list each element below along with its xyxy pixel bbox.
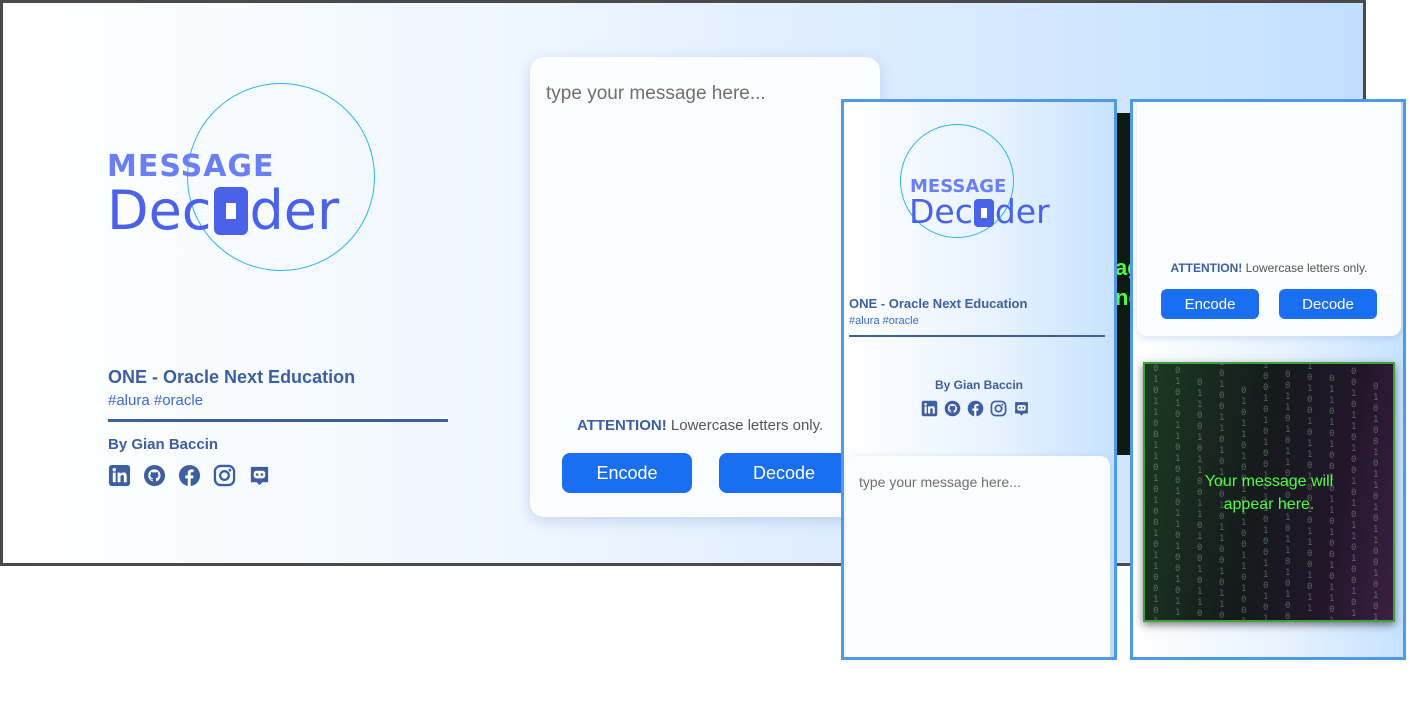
output-panel: 0101100110101001011001010 10010101101001… <box>1143 362 1395 622</box>
divider <box>849 335 1105 337</box>
app-logo-mobile: MESSAGE Dec der <box>900 124 1058 244</box>
message-panel: ATTENTION! Lowercase letters only. Encod… <box>1137 102 1401 336</box>
instagram-icon[interactable] <box>213 464 236 487</box>
attention-note: ATTENTION! Lowercase letters only. <box>577 417 823 434</box>
logo-bottom-left: Dec <box>107 179 212 242</box>
decode-button[interactable]: Decode <box>719 453 849 493</box>
github-icon[interactable] <box>944 400 961 417</box>
message-input[interactable]: type your message here... <box>546 83 766 105</box>
encode-button[interactable]: Encode <box>562 453 692 493</box>
facebook-icon[interactable] <box>967 400 984 417</box>
logo-bottom-left: Dec <box>909 192 973 231</box>
message-panel: type your message here... ATTENTION! Low… <box>530 57 880 517</box>
attention-note: ATTENTION! Lowercase letters only. <box>1137 261 1401 275</box>
output-message: Your message will appear here. <box>1145 470 1393 516</box>
lock-icon <box>213 187 248 235</box>
instagram-icon[interactable] <box>990 400 1007 417</box>
output-line-2: appear here. <box>1223 496 1315 513</box>
author-label: By Gian Baccin <box>934 378 1024 392</box>
attention-text: Lowercase letters only. <box>666 417 824 434</box>
org-title: ONE - Oracle Next Education <box>108 367 356 387</box>
org-tags: #alura #oracle <box>108 392 204 409</box>
social-links <box>108 464 271 487</box>
attention-strong: ATTENTION! <box>577 417 667 434</box>
facebook-icon[interactable] <box>178 464 201 487</box>
decode-button[interactable]: Decode <box>1279 289 1377 319</box>
discord-icon[interactable] <box>248 464 271 487</box>
logo-bottom-right: der <box>994 192 1050 231</box>
divider <box>108 419 448 422</box>
encode-button[interactable]: Encode <box>1161 289 1259 319</box>
message-input[interactable]: type your message here... <box>859 474 1021 490</box>
mobile-preview-bottom: ATTENTION! Lowercase letters only. Encod… <box>1130 99 1406 660</box>
output-line-1: Your message will <box>1204 473 1334 490</box>
org-tags: #alura #oracle <box>849 315 919 327</box>
github-icon[interactable] <box>143 464 166 487</box>
logo-bottom-right: der <box>249 179 340 242</box>
logo-bottom-text: Dec der <box>909 192 1050 231</box>
social-links <box>921 400 1030 417</box>
attention-strong: ATTENTION! <box>1170 261 1243 275</box>
message-panel: type your message here... <box>846 456 1110 657</box>
org-title: ONE - Oracle Next Education <box>849 296 1028 311</box>
author-label: By Gian Baccin <box>108 436 219 453</box>
app-logo: MESSAGE Dec der <box>107 83 387 283</box>
logo-bottom-text: Dec der <box>107 179 339 242</box>
discord-icon[interactable] <box>1013 400 1030 417</box>
linkedin-icon[interactable] <box>108 464 131 487</box>
mobile-preview-top: MESSAGE Dec der ONE - Oracle Next Educati… <box>841 99 1117 660</box>
lock-icon <box>973 199 994 227</box>
linkedin-icon[interactable] <box>921 400 938 417</box>
attention-text: Lowercase letters only. <box>1242 261 1368 275</box>
